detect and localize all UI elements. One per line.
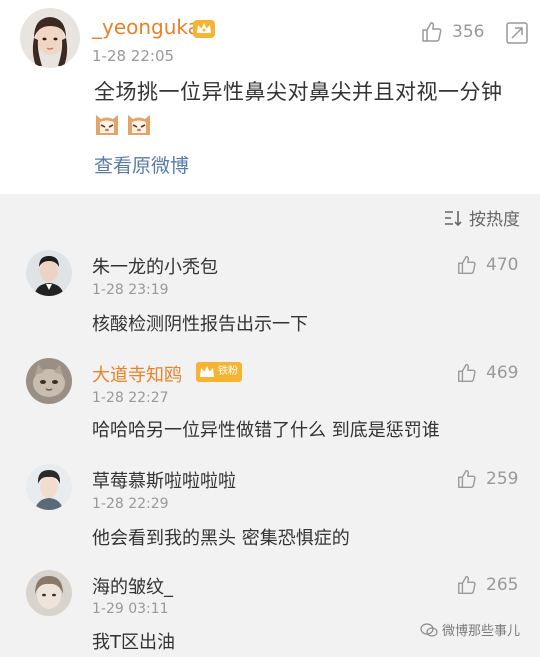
post-like-button[interactable]: 356 [420,18,484,46]
cat-emoji-icon [128,115,150,135]
post-text: 全场挑一位异性鼻尖对鼻尖并且对视一分钟 [94,80,503,104]
comment-text: 我T区出油 [92,632,175,653]
comment-item: 大道寺知鸥 铁粉 1-28 22:27 469 哈哈哈另一位异性做错了什么 到底… [0,356,540,456]
comment-time: 1-28 22:29 [92,496,169,512]
view-original-post-link[interactable]: 查看原微博 [94,151,189,178]
crown-badge-icon [193,20,215,38]
avatar[interactable] [26,250,72,296]
comment-username[interactable]: 朱一龙的小秃包 [92,253,218,279]
thumbs-up-icon [458,575,476,594]
comment-time: 1-28 22:27 [92,390,169,406]
post-like-count: 356 [452,22,485,42]
comment-like-button[interactable]: 470 [456,254,518,276]
comment-text: 他会看到我的黑头 密集恐惧症的 [92,528,350,549]
comment-like-button[interactable]: 259 [456,468,518,490]
comment-time: 1-29 03:11 [92,601,169,617]
comment-text: 哈哈哈另一位异性做错了什么 到底是惩罚谁 [92,420,440,441]
avatar[interactable] [26,358,72,404]
comment-like-count: 469 [486,363,519,383]
sort-by-hot-button[interactable]: 按热度 [443,205,520,230]
comment-like-count: 265 [486,575,519,595]
comment-time: 1-28 23:19 [92,282,169,298]
watermark-text: 微博那些事儿 [442,624,521,639]
post-username[interactable]: _yeonguka [92,15,200,39]
post-time: 1-28 22:05 [92,47,175,65]
avatar[interactable] [26,464,72,510]
avatar[interactable] [26,570,72,616]
avatar[interactable] [20,8,80,68]
fan-badge-label: 铁粉 [218,366,238,377]
share-icon[interactable] [504,20,530,46]
comment-like-button[interactable]: 469 [456,362,518,384]
wechat-icon [420,622,438,637]
thumbs-up-icon [458,255,476,274]
comment-item: 草莓慕斯啦啦啦啦 1-28 22:29 259 他会看到我的黑头 密集恐惧症的 [0,462,540,562]
fan-badge: 铁粉 [196,362,242,382]
comment-username[interactable]: 海的皱纹_ [92,573,173,599]
comment-like-button[interactable]: 265 [456,574,518,596]
thumbs-up-icon [458,363,476,382]
comment-text: 核酸检测阴性报告出示一下 [92,314,308,335]
watermark: 微博那些事儿 [420,620,520,639]
cat-emoji-icon [96,115,118,135]
crown-icon [200,366,214,377]
thumbs-up-icon [458,469,476,488]
comment-username[interactable]: 大道寺知鸥 [92,361,182,387]
sort-label: 按热度 [469,210,520,230]
comment-item: 朱一龙的小秃包 1-28 23:19 470 核酸检测阴性报告出示一下 [0,248,540,348]
comment-username[interactable]: 草莓慕斯啦啦啦啦 [92,467,236,493]
comment-like-count: 259 [486,469,519,489]
thumbs-up-icon [422,22,442,42]
sort-icon [445,210,462,226]
original-post-card: _yeonguka 1-28 22:05 356 全场挑一位异性鼻尖对鼻尖并且对… [0,0,540,194]
comment-item: 海的皱纹_ 1-29 03:11 265 我T区出油 [0,568,540,657]
comment-like-count: 470 [486,255,519,275]
